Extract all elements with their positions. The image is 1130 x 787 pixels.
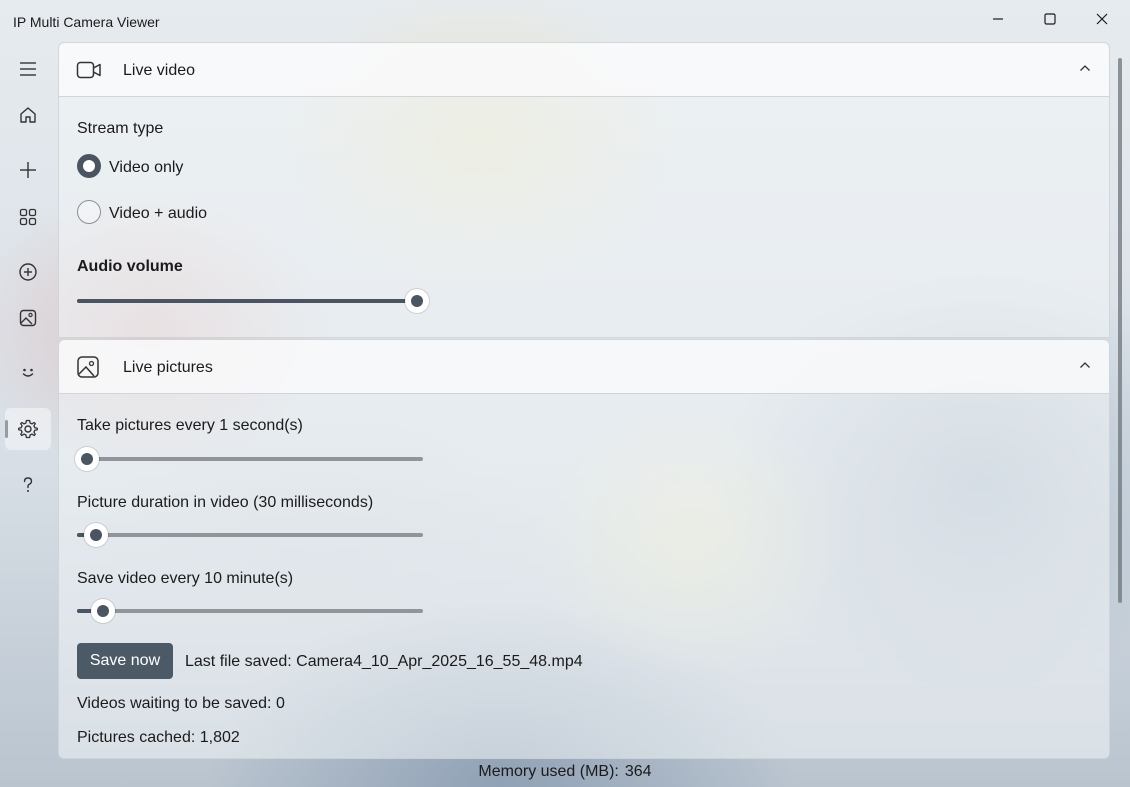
take-pictures-slider[interactable] — [75, 447, 423, 471]
nav-grid-button[interactable] — [5, 196, 51, 238]
navigation-rail — [0, 42, 58, 787]
live-video-title: Live video — [123, 62, 196, 79]
minimize-button[interactable] — [972, 0, 1024, 38]
nav-settings-button[interactable] — [5, 408, 51, 450]
smiley-icon — [22, 368, 34, 377]
close-button[interactable] — [1076, 0, 1128, 38]
memory-used-value: 364 — [624, 763, 652, 780]
radio-video-only[interactable] — [77, 154, 101, 178]
stream-type-label: Stream type — [77, 120, 164, 137]
nav-feedback-button[interactable] — [5, 351, 51, 393]
hamburger-icon — [20, 62, 36, 76]
slider-thumb[interactable] — [75, 447, 99, 471]
circle-plus-icon — [19, 263, 37, 281]
live-pictures-header[interactable]: Live pictures — [59, 340, 1109, 394]
nav-help-button[interactable] — [5, 464, 51, 506]
live-video-header[interactable]: Live video — [59, 43, 1109, 97]
maximize-button[interactable] — [1024, 0, 1076, 38]
pictures-cached: Pictures cached: 1,802 — [77, 729, 240, 746]
nav-add-camera-button[interactable] — [5, 251, 51, 293]
grid-icon — [19, 208, 37, 226]
live-pictures-title: Live pictures — [123, 359, 213, 376]
chevron-up-icon[interactable] — [1079, 361, 1091, 369]
slider-thumb[interactable] — [91, 599, 115, 623]
chevron-up-icon[interactable] — [1079, 64, 1091, 72]
audio-volume-label: Audio volume — [77, 258, 183, 275]
title-bar: IP Multi Camera Viewer — [0, 0, 1130, 42]
status-bar: Memory used (MB): 364 — [0, 757, 1130, 787]
radio-video-audio[interactable] — [77, 200, 101, 224]
question-icon — [23, 477, 33, 492]
slider-thumb[interactable] — [84, 523, 108, 547]
app-title: IP Multi Camera Viewer — [13, 14, 160, 30]
picture-icon — [19, 309, 37, 327]
nav-menu-button[interactable] — [5, 48, 51, 90]
live-pictures-panel: Live pictures Take pictures every 1 seco… — [58, 339, 1110, 759]
save-video-label: Save video every 10 minute(s) — [77, 570, 294, 587]
videos-waiting: Videos waiting to be saved: 0 — [77, 695, 285, 712]
gear-icon — [18, 419, 38, 439]
slider-thumb[interactable] — [405, 289, 429, 313]
vertical-scrollbar[interactable] — [1118, 58, 1122, 603]
slider-track — [77, 533, 423, 537]
save-video-slider[interactable] — [77, 599, 423, 623]
maximize-icon — [1044, 13, 1056, 25]
slider-fill — [77, 299, 417, 303]
radio-video-audio-label[interactable]: Video + audio — [109, 205, 207, 223]
live-video-panel: Live video Stream type Video only Video … — [58, 42, 1110, 338]
memory-used-label: Memory used (MB): — [478, 763, 619, 780]
audio-volume-slider[interactable] — [77, 289, 429, 313]
last-file-saved: Last file saved: Camera4_10_Apr_2025_16_… — [185, 653, 583, 670]
save-now-button[interactable]: Save now — [77, 643, 173, 679]
take-pictures-label: Take pictures every 1 second(s) — [77, 417, 303, 434]
slider-track — [77, 457, 423, 461]
nav-pictures-button[interactable] — [5, 297, 51, 339]
close-icon — [1096, 13, 1108, 25]
slider-track — [77, 609, 423, 613]
home-icon — [20, 107, 36, 123]
plus-icon — [20, 162, 36, 178]
picture-icon — [77, 356, 99, 378]
nav-add-button[interactable] — [5, 149, 51, 191]
radio-video-only-label[interactable]: Video only — [109, 159, 183, 177]
picture-duration-slider[interactable] — [77, 523, 423, 547]
video-camera-icon — [76, 61, 101, 79]
picture-duration-label: Picture duration in video (30 millisecon… — [77, 494, 374, 511]
minimize-icon — [993, 18, 1003, 20]
nav-home-button[interactable] — [5, 94, 51, 136]
